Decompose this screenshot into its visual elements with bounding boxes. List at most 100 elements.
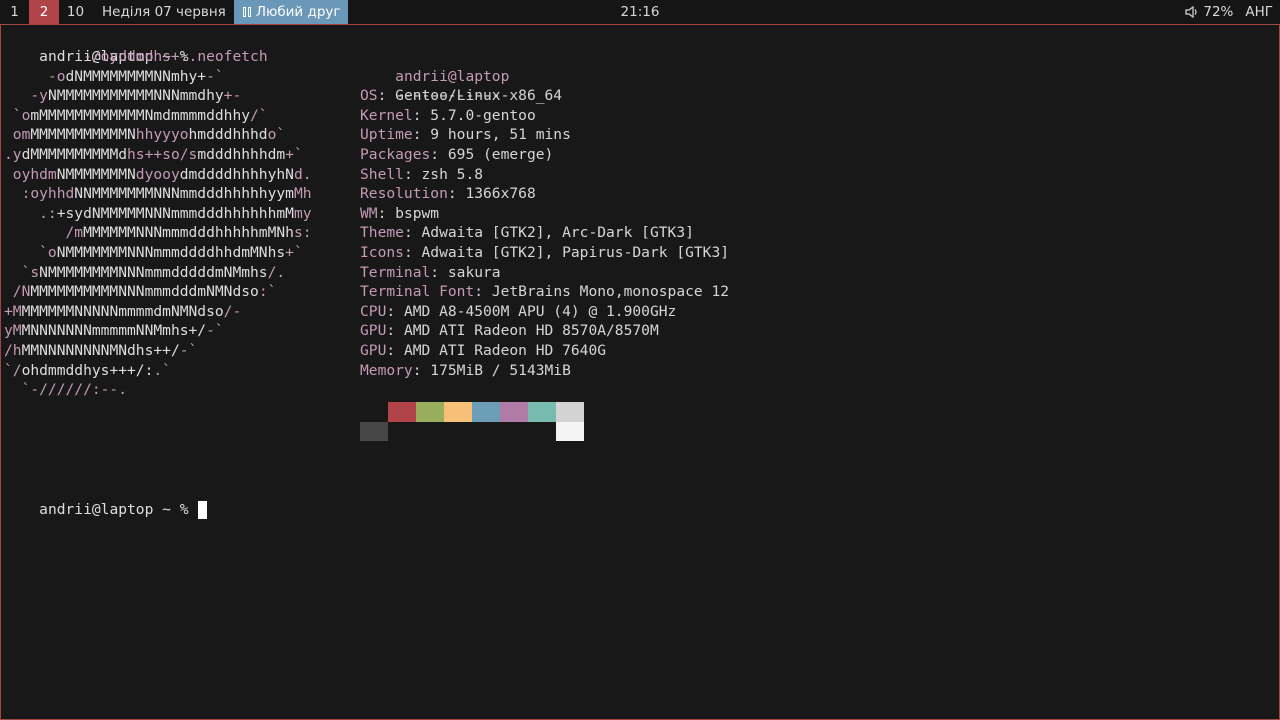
logo-segment: dMMMMMMMMMMd bbox=[21, 146, 128, 163]
info-value: Adwaita [GTK2], Arc-Dark [GTK3] bbox=[421, 224, 694, 242]
info-value: Adwaita [GTK2], Papirus-Dark [GTK3] bbox=[421, 244, 730, 261]
info-row: Theme: Adwaita [GTK2], Arc-Dark [GTK3] bbox=[360, 223, 694, 243]
focused-window-title[interactable]: Любий друг bbox=[233, 0, 349, 24]
logo-segment: ohdmmddhys+++/: bbox=[21, 361, 154, 379]
logo-segment: +` bbox=[285, 146, 303, 163]
volume-indicator[interactable]: 72% bbox=[1185, 4, 1233, 20]
palette-swatch bbox=[388, 421, 416, 442]
info-key: Terminal Font bbox=[360, 283, 475, 301]
info-colon: : bbox=[412, 361, 431, 379]
command-text: neofetch bbox=[197, 47, 268, 65]
logo-line: -yNMMMMMMMMMMMNNNmmdhy+- bbox=[4, 86, 241, 106]
info-row: Terminal: sakura bbox=[360, 263, 501, 283]
logo-segment: .: bbox=[4, 204, 57, 222]
palette-swatch bbox=[444, 402, 472, 422]
logo-segment: MNNNNNNNmmmmmNNMmhs+/ bbox=[21, 322, 207, 340]
info-key: Memory bbox=[360, 361, 413, 379]
info-colon: : bbox=[403, 165, 422, 183]
palette-swatch bbox=[472, 421, 500, 442]
bar-left: 1 2 10 Неділя 07 червня Любий друг bbox=[0, 0, 349, 24]
logo-segment: MMMMMMNNNNNmmmmdmNMNdso bbox=[21, 302, 224, 320]
logo-line: -odNMMMMMMMMNNmhy+-` bbox=[4, 67, 224, 87]
logo-segment: /N bbox=[4, 283, 31, 301]
info-key: GPU bbox=[360, 342, 387, 359]
logo-segment: s: bbox=[293, 224, 312, 242]
info-value: bspwm bbox=[395, 204, 440, 222]
info-colon: : bbox=[403, 244, 422, 261]
active-prompt-line[interactable]: andrii@laptop ~ % bbox=[4, 480, 208, 519]
info-row: Icons: Adwaita [GTK2], Papirus-Dark [GTK… bbox=[360, 243, 729, 263]
logo-segment: -` bbox=[206, 67, 224, 85]
info-value: sakura bbox=[447, 263, 501, 281]
logo-line: /hMMNNNNNNNNMNdhs++/-` bbox=[4, 341, 197, 361]
info-colon: : bbox=[386, 302, 404, 320]
logo-line: `sNMMMMMMMMNNNmmmdddddmNMmhs/. bbox=[4, 263, 286, 283]
logo-segment: -o bbox=[4, 67, 66, 85]
workspace-2-active[interactable]: 2 bbox=[29, 0, 59, 24]
logo-segment: -/oyddmdhs+:. bbox=[4, 48, 198, 65]
palette-swatch bbox=[500, 402, 528, 422]
info-value: 695 (emerge) bbox=[447, 146, 554, 163]
info-key: OS bbox=[360, 87, 378, 105]
info-colon: : bbox=[412, 126, 431, 144]
workspace-10[interactable]: 10 bbox=[59, 0, 92, 24]
logo-line: /mMMMMMMNNNmmmdddhhhhhmMNhs: bbox=[4, 223, 312, 243]
palette-swatch bbox=[500, 421, 528, 442]
info-header: andrii@laptop bbox=[360, 47, 509, 85]
terminal-window[interactable]: andrii@laptop ~ % neofetch -/oyddmdhs+:.… bbox=[0, 24, 1280, 720]
logo-segment: hs++so/s bbox=[127, 146, 198, 163]
logo-segment: `o bbox=[4, 244, 57, 261]
logo-line: `oNMMMMMMMNNNmmmddddhhdmMNhs+` bbox=[4, 243, 303, 263]
window-title-text: Любий друг bbox=[255, 4, 341, 20]
logo-segment: MMMMMMMMMMMN bbox=[30, 126, 136, 144]
info-value: Gentoo/Linux x86_64 bbox=[395, 87, 563, 105]
info-row: Resolution: 1366x768 bbox=[360, 184, 536, 204]
info-value: 5.7.0-gentoo bbox=[430, 106, 536, 124]
palette-swatch bbox=[360, 421, 388, 442]
logo-segment: -y bbox=[4, 87, 48, 105]
keyboard-layout[interactable]: АНГ bbox=[1245, 4, 1273, 20]
workspace-1[interactable]: 1 bbox=[0, 0, 29, 24]
logo-segment: /- bbox=[223, 302, 242, 320]
info-row: OS: Gentoo/Linux x86_64 bbox=[360, 86, 562, 106]
logo-line: `-//////:--. bbox=[4, 380, 127, 400]
palette-swatch bbox=[416, 421, 444, 442]
logo-segment: /h bbox=[4, 342, 22, 359]
info-key: Packages bbox=[360, 146, 431, 163]
info-colon: : bbox=[474, 283, 492, 301]
logo-segment: NMMMMMMMNNNmmmddddhhdmMNhs bbox=[56, 244, 286, 261]
palette-swatch bbox=[556, 421, 584, 442]
info-row: Uptime: 9 hours, 51 mins bbox=[360, 125, 571, 145]
logo-line: .ydMMMMMMMMMMdhs++so/smdddhhhhdm+` bbox=[4, 145, 303, 165]
logo-line: +MMMMMMMNNNNNmmmmdmNMNdso/- bbox=[4, 302, 241, 322]
logo-segment: /` bbox=[250, 106, 268, 124]
logo-segment: oyhdm bbox=[4, 165, 57, 183]
prompt-rest-2: ~ % bbox=[153, 500, 198, 518]
logo-line: /NMMMMMMMMMMNNNmmmdddmNMNdso:` bbox=[4, 282, 277, 302]
info-colon: : bbox=[430, 146, 448, 163]
logo-segment: mMMMMMMMMMMMMNmdmmmmddhhy bbox=[30, 106, 251, 124]
info-colon: : bbox=[377, 87, 396, 105]
info-colon: : bbox=[412, 106, 431, 124]
info-key: Terminal bbox=[360, 263, 431, 281]
logo-line: yMMNNNNNNNmmmmmNNMmhs+/-` bbox=[4, 321, 224, 341]
logo-segment: dyooy bbox=[135, 165, 180, 183]
info-value: 1366x768 bbox=[465, 185, 536, 203]
logo-segment: NMMMMMMMN bbox=[56, 165, 136, 183]
logo-line: .:+sydNMMMMMNNNmmmdddhhhhhhmMmy bbox=[4, 204, 311, 224]
logo-segment: :oyhhd bbox=[4, 185, 75, 203]
logo-line: -/oyddmdhs+:. bbox=[4, 47, 197, 67]
logo-segment: .y bbox=[4, 146, 22, 163]
info-key: Kernel bbox=[360, 106, 413, 124]
logo-line: oyhdmNMMMMMMMNdyooydmddddhhhhyhNd. bbox=[4, 165, 312, 185]
palette-swatch bbox=[528, 421, 556, 442]
info-key: Shell bbox=[360, 165, 404, 183]
palette-swatch bbox=[556, 402, 584, 422]
info-row: Packages: 695 (emerge) bbox=[360, 145, 553, 165]
logo-segment: hmdddhhhd bbox=[188, 126, 268, 144]
logo-line: `/ohdmmddhys+++/:.` bbox=[4, 361, 171, 381]
info-row: Kernel: 5.7.0-gentoo bbox=[360, 106, 536, 126]
info-key: Uptime bbox=[360, 126, 413, 144]
logo-segment: MMMMMMMMMMNNNmmmdddmNMNdso bbox=[30, 283, 259, 301]
info-key: CPU bbox=[360, 302, 387, 320]
